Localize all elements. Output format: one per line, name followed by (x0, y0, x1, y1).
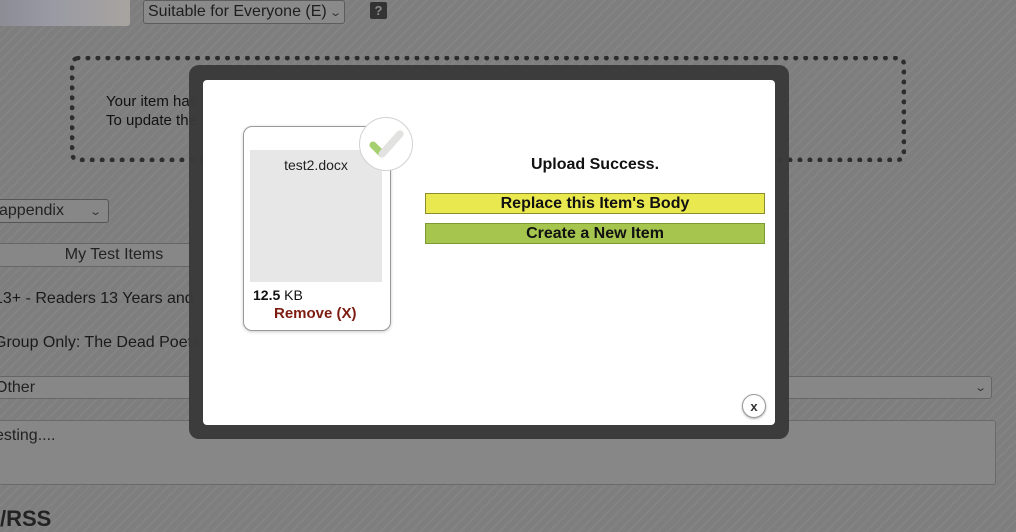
bottom-heading: /RSS (0, 506, 52, 531)
notice-line-1: Your item has (106, 93, 198, 110)
chevron-down-icon: ⌄ (328, 6, 342, 19)
file-size-value: 12.5 (253, 287, 281, 303)
replace-item-body-button[interactable]: Replace this Item's Body (425, 193, 765, 214)
appendix-select-value: appendix (0, 202, 64, 219)
notice-line-2: To update the (106, 112, 197, 129)
rating-select-value: Suitable for Everyone (E) (148, 3, 327, 20)
upload-success-title: Upload Success. (530, 156, 660, 173)
my-test-items-field[interactable]: My Test Items (0, 243, 204, 267)
audience-text: 13+ - Readers 13 Years and (0, 290, 194, 307)
create-new-item-button[interactable]: Create a New Item (425, 223, 765, 244)
description-text: esting.... (0, 427, 56, 444)
thumbnail-image (0, 0, 130, 26)
chevron-down-icon: ⌄ (88, 205, 102, 218)
rating-select[interactable]: Suitable for Everyone (E) ⌄ (143, 0, 345, 24)
file-size: 12.5 KB (253, 287, 303, 303)
group-text: Group Only: The Dead Poets (0, 334, 201, 351)
category-select-value: Other (0, 378, 36, 396)
help-icon[interactable]: ? (370, 2, 387, 19)
remove-file-link[interactable]: Remove (X) (274, 305, 357, 322)
file-size-unit: KB (280, 287, 303, 303)
checkmark-icon (359, 117, 413, 171)
close-icon[interactable]: x (742, 394, 766, 418)
my-test-items-label: My Test Items (64, 246, 164, 263)
chevron-down-icon: ⌄ (973, 382, 987, 394)
appendix-select[interactable]: appendix ⌄ (0, 199, 109, 223)
